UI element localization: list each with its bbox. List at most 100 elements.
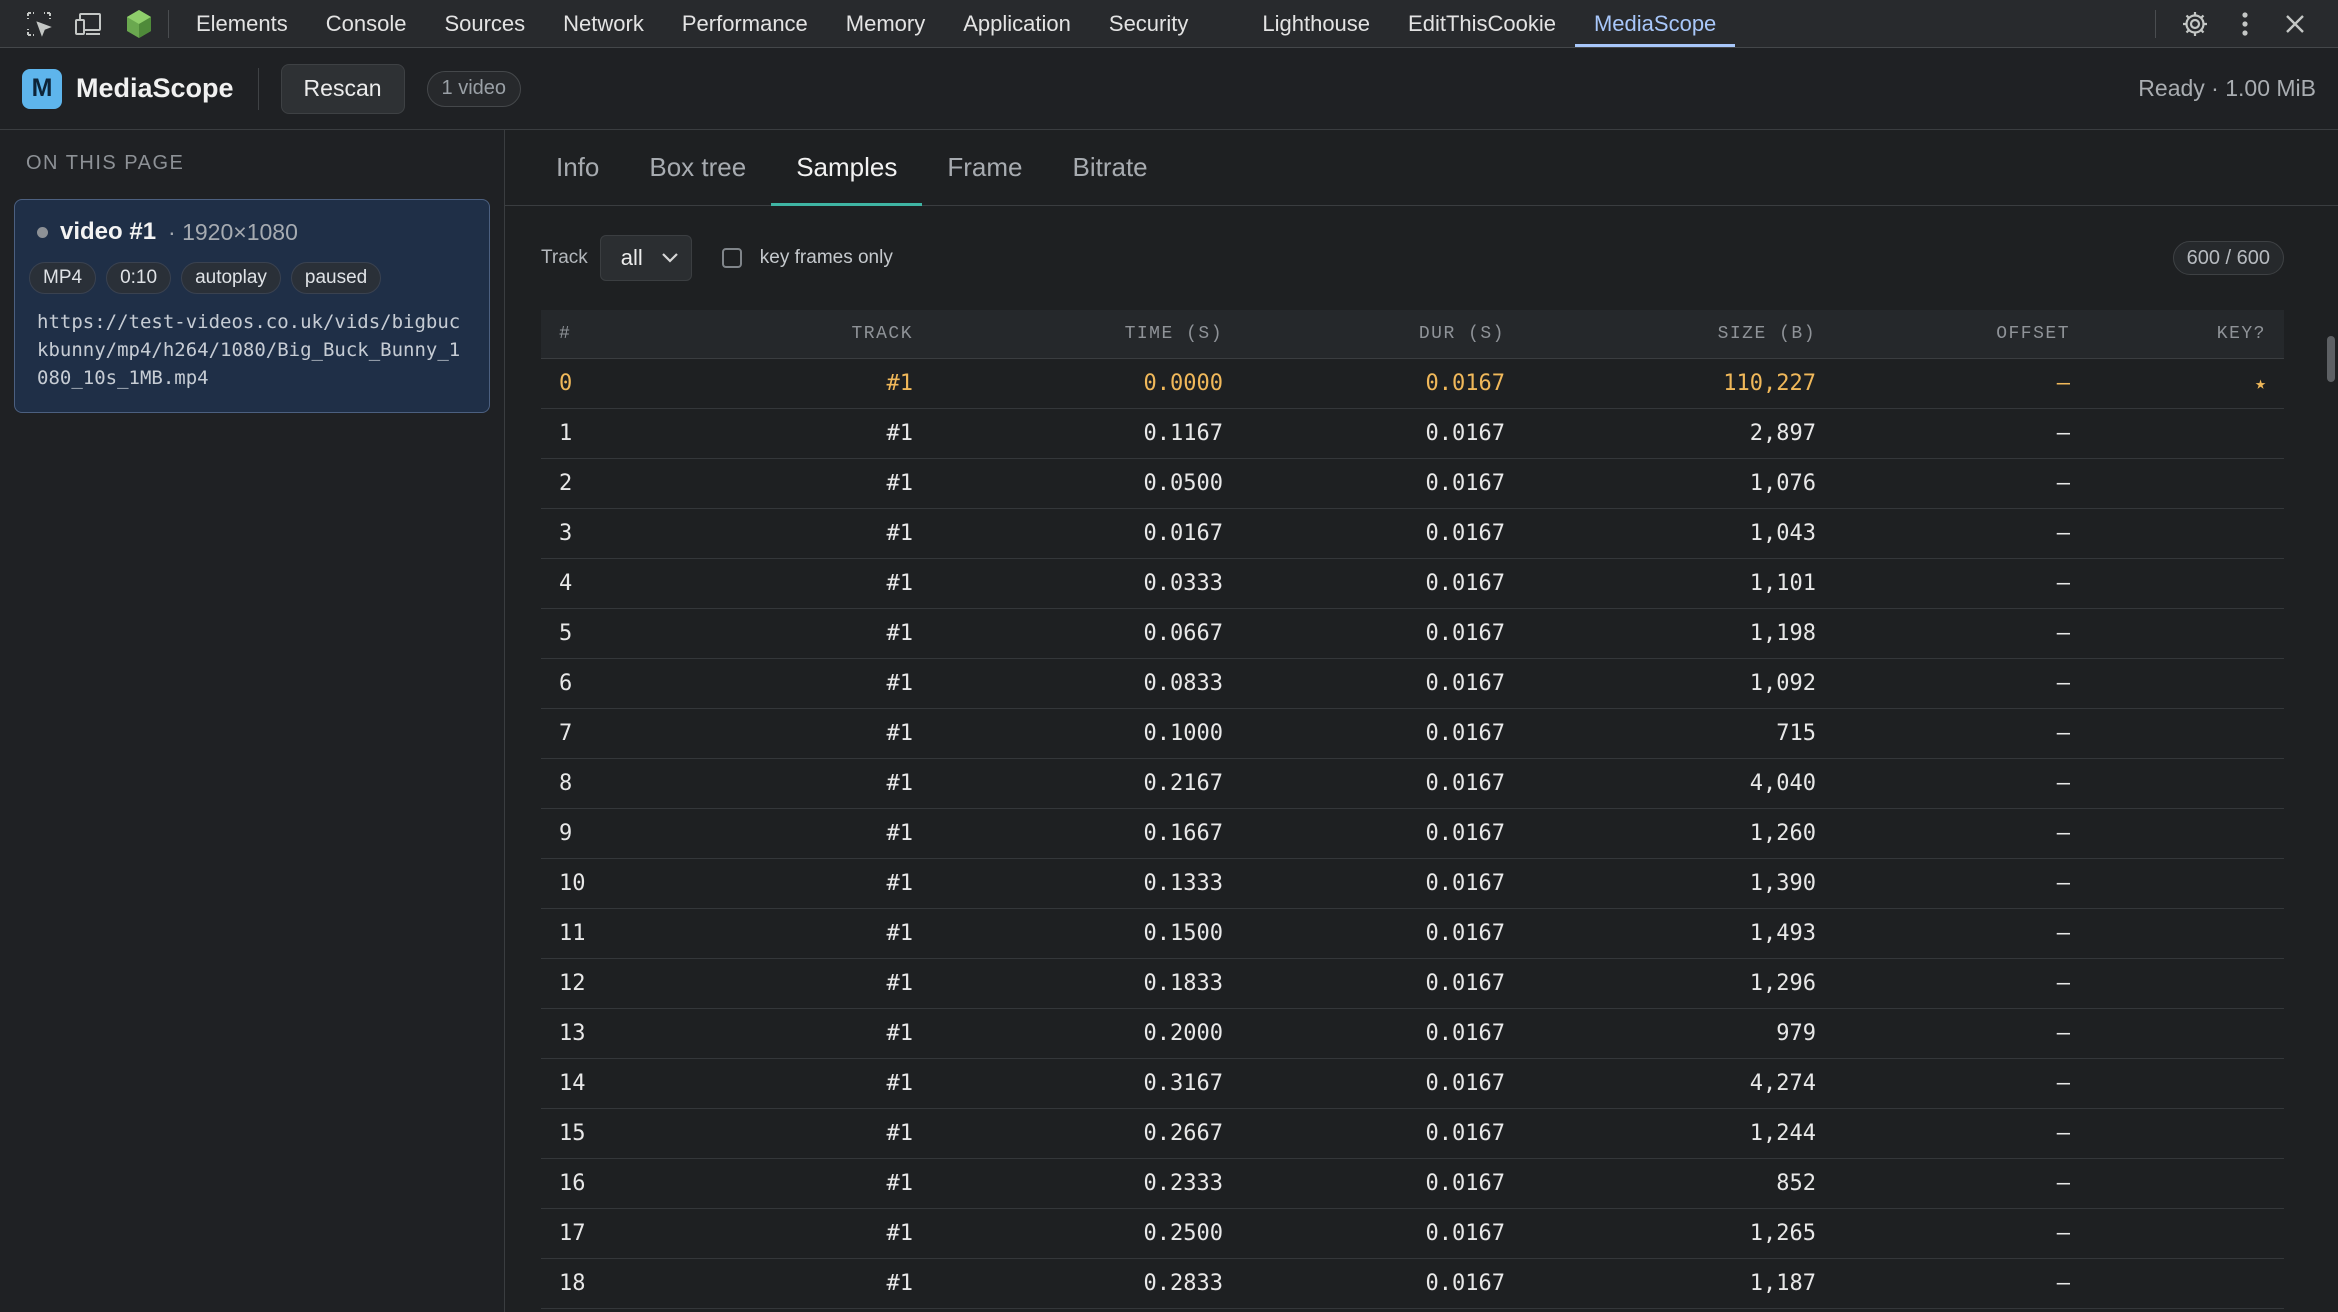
scrollbar-thumb[interactable] (2327, 336, 2335, 382)
toolbar-divider (2155, 9, 2156, 38)
cell-key (2088, 1108, 2284, 1159)
cell-duration: 0.0167 (1241, 458, 1523, 509)
column-header[interactable]: OFFSET (1834, 310, 2088, 359)
cell-offset: — (1834, 1058, 2088, 1109)
table-row[interactable]: 18 #1 0.2833 0.0167 1,187— (541, 1258, 2284, 1309)
table-row[interactable]: 16 #1 0.2333 0.0167 852— (541, 1158, 2284, 1209)
keyframes-label[interactable]: key frames only (760, 247, 893, 269)
cell-index: 7 (541, 708, 651, 759)
track-select-value: all (620, 245, 643, 270)
video-card[interactable]: video #1 · 1920×1080 MP4 0:10 autoplay p… (14, 199, 490, 413)
cell-offset: — (1834, 1208, 2088, 1259)
devtools-tab-application[interactable]: Application (944, 0, 1090, 47)
cell-key (2088, 408, 2284, 459)
table-row[interactable]: 7 #1 0.1000 0.0167 715— (541, 708, 2284, 759)
devtools-tab-performance[interactable]: Performance (663, 0, 827, 47)
device-toolbar-icon[interactable] (64, 0, 114, 48)
table-row[interactable]: 13 #1 0.2000 0.0167 979— (541, 1008, 2284, 1059)
cell-index: 0 (541, 358, 651, 409)
table-row[interactable]: 17 #1 0.2500 0.0167 1,265— (541, 1208, 2284, 1259)
cell-size: 2,897 (1523, 408, 1834, 459)
cell-key (2088, 808, 2284, 859)
track-select[interactable]: all (599, 235, 692, 281)
cell-index: 10 (541, 858, 651, 909)
cell-track: #1 (651, 408, 931, 459)
chevron-down-icon (662, 253, 678, 263)
table-row[interactable]: 9 #1 0.1667 0.0167 1,260— (541, 808, 2284, 859)
cell-index: 2 (541, 458, 651, 509)
devtools-toolbar: Elements Console Sources Network Perform… (0, 0, 2338, 48)
keyframes-checkbox[interactable] (721, 248, 742, 268)
tab-bitrate[interactable]: Bitrate (1047, 130, 1172, 205)
table-row[interactable]: 11 #1 0.1500 0.0167 1,493— (541, 908, 2284, 959)
tab-frame[interactable]: Frame (922, 130, 1047, 205)
devtools-tab-memory[interactable]: Memory (827, 0, 944, 47)
cell-key (2088, 458, 2284, 509)
devtools-tab-elements[interactable]: Elements (177, 0, 307, 47)
tab-samples[interactable]: Samples (771, 130, 923, 206)
cell-size: 1,390 (1523, 858, 1834, 909)
track-label: Track (541, 247, 588, 268)
cell-track: #1 (651, 858, 931, 909)
tab-box-tree[interactable]: Box tree (624, 130, 771, 205)
table-row[interactable]: 8 #1 0.2167 0.0167 4,040— (541, 758, 2284, 809)
tab-info[interactable]: Info (531, 130, 624, 205)
table-row[interactable]: 6 #1 0.0833 0.0167 1,092— (541, 658, 2284, 709)
table-row[interactable]: 0 #1 0.0000 0.0167 110,227— ★ (541, 358, 2284, 409)
devtools-tab-sources[interactable]: Sources (425, 0, 544, 47)
devtools-tab-network[interactable]: Network (544, 0, 663, 47)
samples-table: # TRACK TIME (S) DUR (S) SIZE (B) OFFSET KEY? … (541, 310, 2284, 1309)
table-row[interactable]: 1 #1 0.1167 0.0167 2,897— (541, 408, 2284, 459)
rescan-button[interactable]: Rescan (280, 63, 405, 114)
table-row[interactable]: 5 #1 0.0667 0.0167 1,198— (541, 608, 2284, 659)
column-header[interactable]: KEY? (2088, 310, 2284, 359)
column-header[interactable]: SIZE (B) (1523, 310, 1834, 359)
table-row[interactable]: 2 #1 0.0500 0.0167 1,076— (541, 458, 2284, 509)
cell-key (2088, 708, 2284, 759)
cell-offset: — (1834, 1008, 2088, 1059)
settings-gear-icon[interactable] (2170, 0, 2220, 48)
table-row[interactable]: 4 #1 0.0333 0.0167 1,101— (541, 558, 2284, 609)
table-row[interactable]: 10 #1 0.1333 0.0167 1,390— (541, 858, 2284, 909)
cell-track: #1 (651, 658, 931, 709)
cell-duration: 0.0167 (1241, 958, 1523, 1009)
cell-key (2088, 1008, 2284, 1059)
devtools-tab-mediascope[interactable]: MediaScope (1574, 0, 1736, 47)
column-header[interactable]: # (541, 310, 651, 359)
devtools-tab-editthiscookie[interactable]: EditThisCookie (1389, 0, 1575, 47)
cell-size: 4,040 (1523, 758, 1834, 809)
column-header[interactable]: TRACK (651, 310, 931, 359)
cell-key (2088, 858, 2284, 909)
table-row[interactable]: 14 #1 0.3167 0.0167 4,274— (541, 1058, 2284, 1109)
column-header[interactable]: DUR (S) (1241, 310, 1523, 359)
cell-time: 0.1833 (931, 958, 1241, 1009)
header-divider (257, 67, 259, 110)
inspect-element-icon[interactable] (14, 0, 64, 48)
extension-cube-icon[interactable] (114, 0, 164, 48)
filter-bar: Track all key frames only 600 / 600 (505, 206, 2338, 310)
cell-duration: 0.0167 (1241, 408, 1523, 459)
cell-index: 16 (541, 1158, 651, 1209)
cell-time: 0.3167 (931, 1058, 1241, 1109)
column-header[interactable]: TIME (S) (931, 310, 1241, 359)
devtools-tab-console[interactable]: Console (307, 0, 426, 47)
cell-size: 979 (1523, 1008, 1834, 1059)
table-row[interactable]: 3 #1 0.0167 0.0167 1,043— (541, 508, 2284, 559)
cell-duration: 0.0167 (1241, 1208, 1523, 1259)
cell-track: #1 (651, 1008, 931, 1059)
devtools-tab-security[interactable]: Security (1090, 0, 1207, 47)
cell-time: 0.1000 (931, 708, 1241, 759)
cell-duration: 0.0167 (1241, 608, 1523, 659)
status-dot-icon (37, 226, 48, 238)
close-icon[interactable] (2270, 0, 2320, 48)
video-name: video #1 (60, 218, 157, 245)
devtools-tab-lighthouse[interactable]: Lighthouse (1243, 0, 1389, 47)
cell-time: 0.1667 (931, 808, 1241, 859)
scrollbar[interactable] (2324, 206, 2338, 1312)
more-options-icon[interactable] (2220, 0, 2270, 48)
cell-index: 18 (541, 1258, 651, 1309)
cell-offset: — (1834, 558, 2088, 609)
cell-size: 1,493 (1523, 908, 1834, 959)
table-row[interactable]: 12 #1 0.1833 0.0167 1,296— (541, 958, 2284, 1009)
table-row[interactable]: 15 #1 0.2667 0.0167 1,244— (541, 1108, 2284, 1159)
